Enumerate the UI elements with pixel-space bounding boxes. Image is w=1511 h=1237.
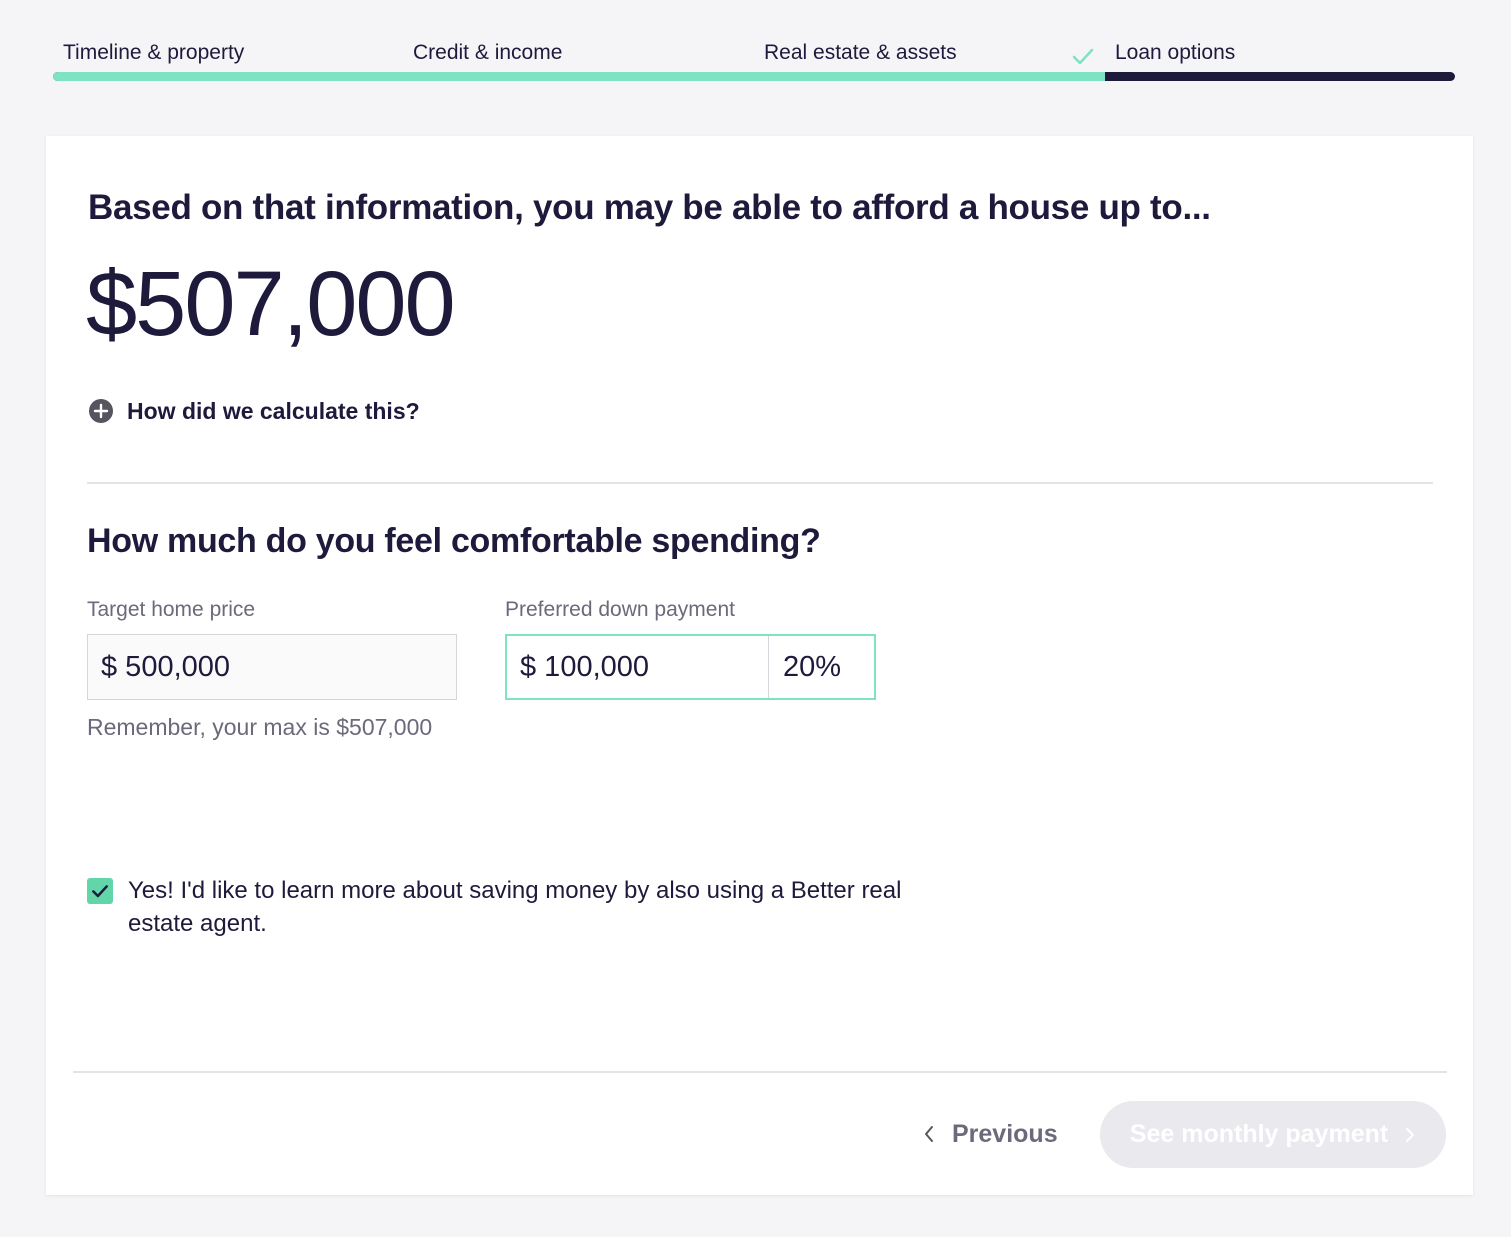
down-payment-amount-input[interactable]: $ 100,000 [507,636,769,698]
down-payment-percent-input[interactable]: 20% [769,636,874,698]
agent-optin-checkbox[interactable] [87,878,113,904]
step-timeline-property[interactable]: Timeline & property [63,41,244,65]
max-price-amount: $507,000 [86,253,456,355]
down-payment-amount-value: $ 100,000 [520,650,650,683]
down-payment-input-group: $ 100,000 20% [505,634,876,700]
previous-button-label: Previous [952,1119,1058,1148]
max-price-hint: Remember, your max is $507,000 [87,714,433,740]
calculation-explainer-toggle[interactable]: How did we calculate this? [89,394,420,428]
agent-optin-label[interactable]: Yes! I'd like to learn more about saving… [128,874,948,940]
see-monthly-payment-button[interactable]: See monthly payment [1100,1101,1446,1168]
previous-button[interactable]: Previous [922,1112,1058,1156]
calculation-explainer-label: How did we calculate this? [127,397,420,424]
step-loan-options[interactable]: Loan options [1115,41,1235,65]
affordability-card: Based on that information, you may be ab… [46,136,1473,1195]
footer-divider [73,1071,1447,1073]
chevron-left-icon [925,1126,933,1142]
spending-title: How much do you feel comfortable spendin… [87,522,821,560]
chevron-right-icon [1406,1127,1415,1142]
progress-bar [53,72,1455,81]
target-price-label: Target home price [87,598,256,621]
progress-bar-fill [53,72,1105,81]
result-headline: Based on that information, you may be ab… [88,188,1211,227]
check-icon [1072,48,1094,65]
progress-stepper: Timeline & property Credit & income Real… [53,36,1455,84]
target-price-value: $ 500,000 [101,650,231,683]
step-real-estate-assets[interactable]: Real estate & assets [764,41,957,65]
see-monthly-payment-label: See monthly payment [1129,1120,1389,1148]
step-credit-income[interactable]: Credit & income [413,41,562,65]
target-price-input[interactable]: $ 500,000 [87,634,457,700]
plus-circle-icon [89,399,113,423]
divider [87,482,1433,484]
down-payment-percent-value: 20% [783,650,842,683]
down-payment-label: Preferred down payment [505,598,735,621]
check-icon [92,885,108,898]
